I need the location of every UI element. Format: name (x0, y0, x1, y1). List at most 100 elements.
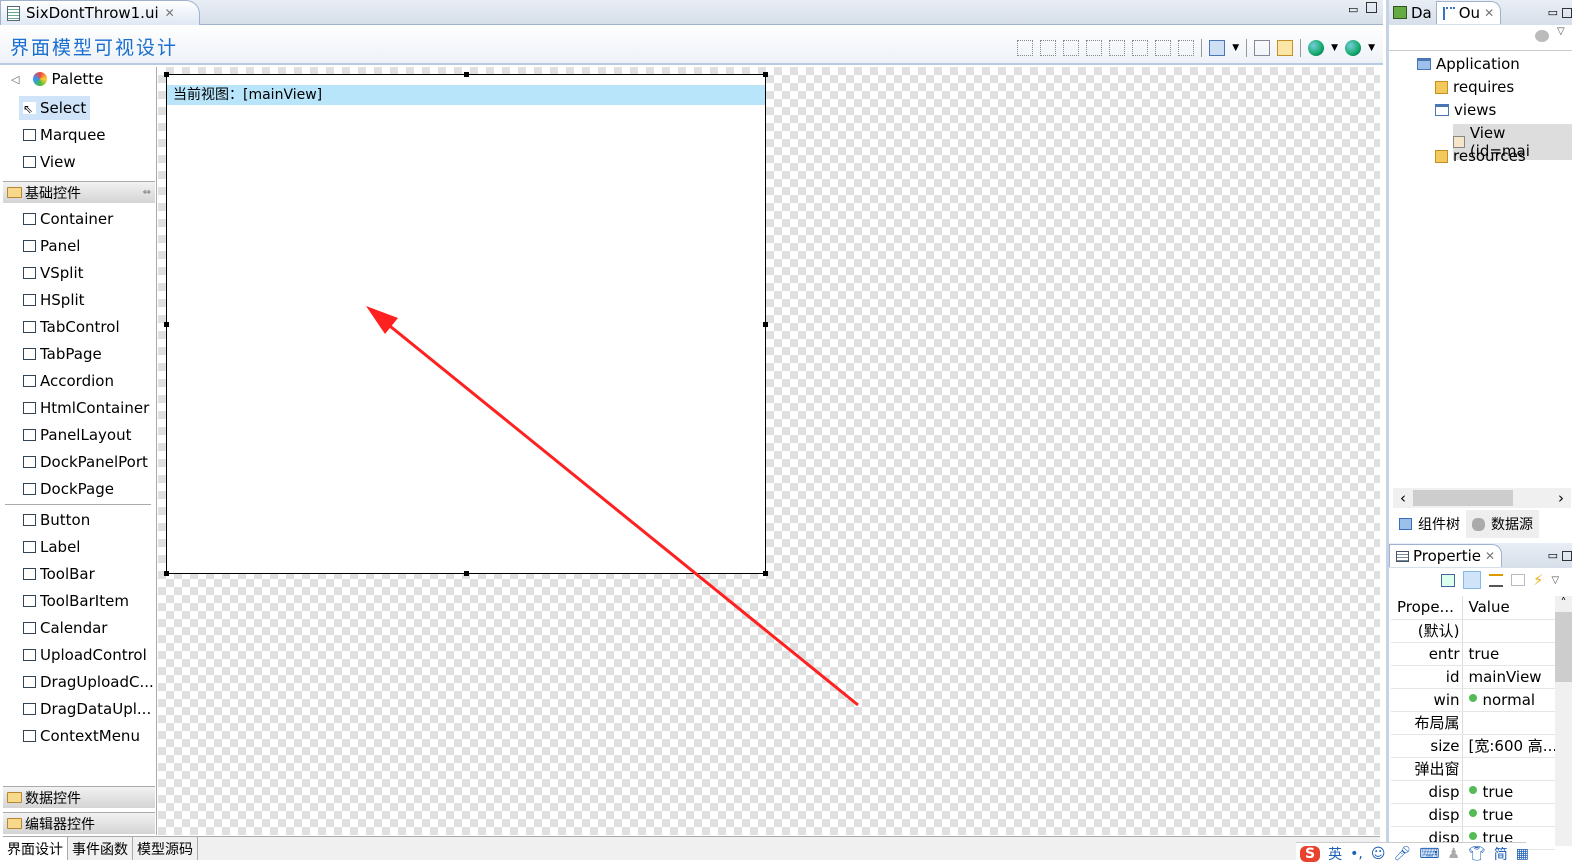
outline-tree: Application requires views View (id=mai reso… (1389, 50, 1572, 490)
column-header-value[interactable]: Value (1462, 596, 1555, 620)
property-value[interactable]: true (1462, 780, 1555, 804)
vertical-scrollbar[interactable]: ˄ (1555, 596, 1572, 846)
outline-icon (1442, 6, 1455, 20)
property-row[interactable]: (默认) (1391, 619, 1555, 643)
properties-tabs: Propertie ✕ ▭ (1389, 543, 1572, 568)
property-row[interactable]: win normal (1391, 688, 1555, 712)
tree-node[interactable]: requires (1435, 78, 1514, 96)
tree-node[interactable]: Application (1417, 55, 1520, 73)
package-icon (1435, 149, 1448, 163)
maximize-button[interactable] (1562, 550, 1572, 561)
property-value[interactable]: true (1462, 803, 1555, 827)
property-name: (默认) (1391, 619, 1463, 643)
property-value[interactable]: mainView (1462, 665, 1555, 689)
edit-icon[interactable] (1441, 573, 1455, 587)
scroll-thumb[interactable] (1555, 612, 1572, 682)
status-dot-icon (1468, 831, 1477, 840)
database-icon (1472, 517, 1485, 531)
property-value-text: [宽:600 高... (1468, 737, 1556, 755)
property-value[interactable]: [宽:600 高... (1462, 734, 1556, 758)
tree-node[interactable]: views (1435, 101, 1496, 119)
ime-language[interactable]: 英 (1328, 844, 1342, 864)
right-panel: Da Ou ✕ ▭ ▽ Application requires views View… (1386, 0, 1572, 865)
tab-label: 组件树 (1418, 517, 1460, 533)
arrow-shaft (379, 316, 859, 707)
property-name: 布局属 (1391, 711, 1463, 735)
user-icon[interactable]: ♟ (1447, 846, 1460, 862)
tree-node[interactable]: resources (1435, 147, 1526, 165)
tab-data[interactable]: Da (1411, 4, 1432, 22)
bottom-tab-0[interactable]: 界面设计 (3, 837, 68, 860)
bottom-tab-2[interactable]: 模型源码 (133, 837, 198, 860)
property-value[interactable] (1462, 619, 1555, 643)
filter-icon[interactable] (1489, 573, 1503, 587)
categories-icon[interactable] (1463, 571, 1481, 589)
property-row[interactable]: disp true (1391, 780, 1555, 804)
minimize-button[interactable]: ▭ (1548, 6, 1558, 19)
outline-tab[interactable]: Ou ✕ (1435, 1, 1502, 24)
microphone-icon[interactable]: 🎤︎ (1393, 846, 1411, 862)
properties-icon (1396, 550, 1409, 562)
property-row[interactable]: 弹出窗 (1391, 757, 1555, 781)
view-menu-icon[interactable]: ▽ (1557, 26, 1565, 37)
bottom-tab-1[interactable]: 事件函数 (68, 837, 133, 860)
property-name: win (1391, 688, 1463, 712)
property-row[interactable]: 布局属 (1391, 711, 1555, 735)
column-header-property[interactable]: Prope... (1391, 596, 1463, 620)
properties-toolbar: ⚡ ▽ (1441, 571, 1559, 589)
punctuation-icon[interactable]: •, (1350, 846, 1363, 862)
status-dot-icon (1468, 693, 1477, 702)
outline-bottom-tabs: 组件树 数据源 (1393, 510, 1539, 538)
property-name: 弹出窗 (1391, 757, 1463, 781)
annotation-arrow (366, 306, 859, 707)
lightning-icon[interactable]: ⚡ (1533, 571, 1544, 589)
emoji-icon[interactable]: ☺ (1371, 846, 1386, 862)
property-row[interactable]: size [宽:600 高... (1391, 734, 1556, 758)
property-name: disp (1391, 803, 1463, 827)
close-icon[interactable]: ✕ (1484, 6, 1494, 20)
tab-component-tree[interactable]: 组件树 (1393, 510, 1466, 538)
settings-icon[interactable] (1535, 30, 1549, 42)
skin-icon[interactable]: 👕︎ (1468, 846, 1486, 862)
tree-icon (1399, 518, 1412, 530)
scroll-left-icon[interactable]: ‹ (1393, 489, 1413, 507)
scroll-right-icon[interactable]: › (1551, 489, 1571, 507)
outline-tabs: Da Ou ✕ ▭ (1389, 0, 1572, 25)
property-value[interactable]: true (1462, 642, 1555, 666)
property-value[interactable] (1462, 711, 1555, 735)
view-menu-icon[interactable]: ▽ (1552, 575, 1560, 586)
properties-table: Prope... Value (默认) entr true id mainView win n… (1391, 596, 1555, 850)
application-icon (1417, 58, 1431, 70)
grid-icon[interactable]: ▦ (1516, 846, 1529, 862)
maximize-button[interactable] (1562, 7, 1572, 18)
properties-tab[interactable]: Propertie ✕ (1389, 544, 1503, 567)
tab-label: 数据源 (1491, 517, 1533, 533)
property-row[interactable]: entr true (1391, 642, 1555, 666)
property-row[interactable]: disp true (1391, 803, 1555, 827)
sogou-logo-icon: S (1300, 846, 1321, 862)
keyboard-icon[interactable]: ⌨ (1419, 846, 1439, 862)
scroll-up-icon[interactable]: ˄ (1555, 596, 1572, 610)
tree-node-label: views (1454, 101, 1497, 119)
views-icon (1435, 104, 1449, 116)
property-value-text: true (1468, 644, 1500, 663)
data-tab-icon (1393, 6, 1407, 19)
tree-node-label: requires (1453, 78, 1515, 96)
restore-icon[interactable] (1511, 574, 1525, 586)
property-name: entr (1391, 642, 1463, 666)
minimize-button[interactable]: ▭ (1548, 549, 1558, 562)
property-name: size (1391, 734, 1463, 758)
property-value[interactable]: normal (1462, 688, 1555, 712)
property-value-text: true (1482, 782, 1514, 801)
property-name: disp (1391, 780, 1463, 804)
property-row[interactable]: id mainView (1391, 665, 1555, 689)
close-icon[interactable]: ✕ (1485, 549, 1495, 563)
scroll-thumb[interactable] (1413, 490, 1513, 506)
tab-outline-label: Ou (1458, 4, 1481, 22)
property-value[interactable] (1462, 757, 1555, 781)
ime-simplified[interactable]: 简 (1494, 844, 1508, 864)
property-value-text: normal (1482, 690, 1536, 709)
tab-datasource[interactable]: 数据源 (1466, 510, 1539, 538)
status-dot-icon (1468, 808, 1477, 817)
horizontal-scrollbar[interactable]: ‹ › (1393, 488, 1571, 508)
